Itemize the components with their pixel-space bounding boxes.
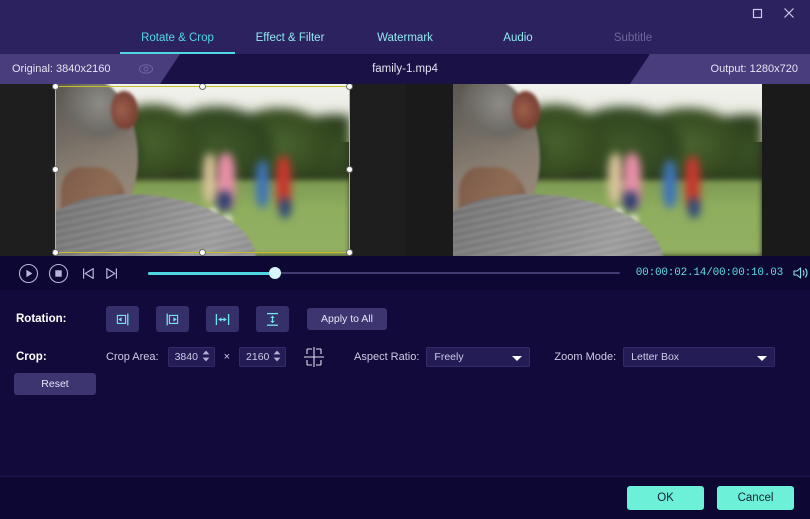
rotate-right-icon[interactable] [156, 306, 189, 332]
stepper-down-icon [202, 357, 209, 362]
tab-label: Rotate & Crop [141, 32, 214, 44]
scene-ear [511, 90, 540, 129]
zoom-mode-label: Zoom Mode: [554, 351, 617, 363]
output-video-frame [453, 84, 762, 256]
tab-watermark[interactable]: Watermark [360, 22, 450, 54]
tab-rotate-crop[interactable]: Rotate & Crop [120, 22, 235, 54]
flip-horizontal-icon[interactable] [206, 306, 239, 332]
maximize-icon[interactable] [744, 2, 770, 24]
apply-to-all-button[interactable]: Apply to All [307, 308, 387, 330]
volume-icon[interactable] [792, 265, 810, 281]
aspect-zoom-row: Aspect Ratio: Freely Zoom Mode: Letter B… [354, 347, 776, 367]
tab-effect-filter[interactable]: Effect & Filter [240, 22, 340, 54]
scene-ear [111, 90, 138, 129]
crop-width-value: 3840 [174, 351, 198, 363]
scene-figure [217, 190, 232, 212]
cancel-label: Cancel [737, 492, 774, 504]
crop-width-input[interactable]: 3840 [167, 347, 215, 367]
reset-label: Reset [41, 378, 69, 390]
tab-label: Subtitle [613, 32, 653, 44]
crop-height-input[interactable]: 2160 [239, 347, 287, 367]
preview-area [0, 84, 810, 256]
seek-progress [147, 271, 275, 275]
original-resolution-label: Original: 3840x2160 [12, 63, 111, 75]
scene-figure [622, 190, 639, 212]
cancel-button[interactable]: Cancel [717, 486, 794, 510]
aspect-ratio-select[interactable]: Freely [426, 347, 531, 367]
close-icon[interactable] [776, 2, 802, 24]
playback-time: 00:00:02.14/00:00:10.03 [635, 267, 784, 279]
edit-controls-panel: Rotation: Apply to All Crop: Crop Area: … [0, 290, 810, 476]
tab-audio[interactable]: Audio [483, 22, 553, 54]
apply-to-all-label: Apply to All [321, 313, 373, 325]
title-bar: Rotate & Crop Effect & Filter Watermark … [0, 0, 810, 54]
ok-label: OK [657, 492, 674, 504]
source-video-frame [55, 84, 350, 256]
zoom-mode-select[interactable]: Letter Box [623, 347, 776, 367]
playback-bar: 00:00:02.14/00:00:10.03 [0, 256, 810, 290]
rotation-label: Rotation: [16, 313, 67, 325]
stepper-up-icon [202, 350, 209, 355]
seek-thumb[interactable] [268, 267, 281, 279]
crop-height-stepper[interactable] [273, 350, 281, 362]
ok-button[interactable]: OK [627, 486, 704, 510]
crop-row: Crop: Crop Area: 3840 × 2160 [16, 345, 328, 369]
zoom-mode-value: Letter Box [631, 351, 680, 363]
reset-button[interactable]: Reset [14, 373, 96, 395]
crop-move-icon[interactable] [300, 345, 328, 369]
video-scene [453, 84, 762, 256]
tab-subtitle[interactable]: Subtitle [598, 22, 668, 54]
file-info-bar: family-1.mp4 Original: 3840x2160 Output:… [0, 54, 810, 84]
dialog-footer: OK Cancel [0, 476, 810, 519]
chevron-down-icon [757, 356, 768, 361]
crop-area-label: Crop Area: [106, 351, 159, 363]
rotation-row: Rotation: Apply to All [16, 306, 387, 332]
scene-figure [607, 152, 623, 205]
video-editor-window: Rotate & Crop Effect & Filter Watermark … [0, 0, 810, 519]
seek-bar[interactable] [147, 266, 620, 280]
chevron-down-icon [512, 356, 523, 361]
next-frame-icon[interactable] [102, 264, 120, 282]
stepper-down-icon [273, 357, 281, 362]
play-icon[interactable] [18, 262, 40, 284]
scene-figure [279, 197, 291, 219]
rotation-buttons [106, 306, 289, 332]
rotate-left-icon[interactable] [106, 306, 139, 332]
output-resolution-badge: Output: 1280x720 [630, 54, 810, 84]
crop-width-stepper[interactable] [202, 350, 210, 362]
aspect-ratio-label: Aspect Ratio: [354, 351, 420, 363]
scene-figure [687, 197, 701, 219]
crop-dimension-separator: × [223, 351, 231, 363]
tab-label: Effect & Filter [255, 32, 325, 44]
crop-label: Crop: [16, 351, 47, 363]
window-controls [744, 2, 802, 24]
scene-figure [202, 152, 218, 205]
scene-figure [255, 159, 269, 208]
previous-frame-icon[interactable] [79, 264, 97, 282]
crop-height-value: 2160 [246, 351, 270, 363]
output-preview-pane[interactable] [405, 84, 810, 256]
tab-bar: Rotate & Crop Effect & Filter Watermark … [0, 22, 810, 54]
scene-figure [663, 159, 677, 208]
output-resolution-label: Output: 1280x720 [710, 63, 798, 75]
eye-icon[interactable] [138, 62, 154, 76]
source-preview-pane[interactable] [0, 84, 405, 256]
tab-label: Watermark [377, 32, 433, 44]
stepper-up-icon [273, 350, 281, 355]
stop-icon[interactable] [48, 262, 70, 284]
video-scene [55, 84, 350, 256]
flip-vertical-icon[interactable] [256, 306, 289, 332]
aspect-ratio-value: Freely [434, 351, 464, 363]
tab-label: Audio [503, 32, 533, 44]
